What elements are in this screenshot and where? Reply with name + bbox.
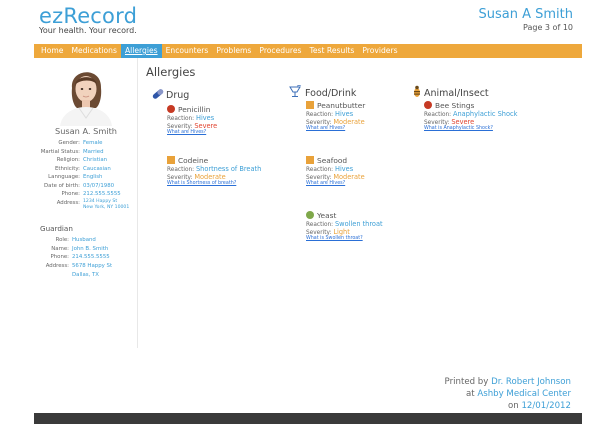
tab-problems[interactable]: Problems bbox=[212, 44, 255, 58]
drink-icon bbox=[289, 85, 302, 97]
footer-bar bbox=[34, 413, 582, 424]
app-logo: ezRecord bbox=[39, 4, 138, 28]
detail-gender: Gender: Female bbox=[58, 140, 103, 146]
allergy-item: Penicillin Reaction: Hives Severity: Sev… bbox=[167, 105, 218, 135]
category-food-drink: Food/Drink bbox=[289, 85, 356, 99]
printed-by-line: Printed by Dr. Robert Johnson bbox=[444, 377, 571, 387]
patient-photo bbox=[52, 58, 120, 126]
printed-on-line: on 12/01/2012 bbox=[508, 401, 571, 411]
severity-marker-orange bbox=[167, 156, 175, 164]
tab-allergies[interactable]: Allergies bbox=[120, 44, 162, 58]
detail-ethnicity: Ethnicity: Caucasian bbox=[54, 165, 111, 172]
guardian-title: Guardian bbox=[40, 224, 73, 233]
severity-marker-green bbox=[306, 211, 314, 219]
allergy-item: Peanutbutter Reaction: Hives Severity: M… bbox=[306, 101, 366, 131]
severity-marker-orange bbox=[306, 156, 314, 164]
allergy-item: Yeast Reaction: Swollen throat Severity:… bbox=[306, 211, 383, 241]
detail-phone: Phone: 212.555.5555 bbox=[61, 191, 121, 197]
detail-address: Address: 1234 Happy St New York, NY 10001 bbox=[56, 198, 130, 210]
detail-language: Lannguage: English bbox=[48, 174, 103, 180]
tab-test-results[interactable]: Test Results bbox=[306, 44, 359, 58]
tab-procedures[interactable]: Procedures bbox=[255, 44, 305, 58]
detail-dob: Date of birth: 03/07/1980 bbox=[44, 182, 115, 189]
severity-marker-orange bbox=[306, 101, 314, 109]
main-nav: Home Medications Allergies Encounters Pr… bbox=[34, 44, 582, 58]
allergy-item: Codeine Reaction: Shortness of Breath Se… bbox=[167, 156, 262, 186]
tab-home[interactable]: Home bbox=[37, 44, 67, 58]
guardian-details: Role: Husband Name: John B. Smith Phone: 21… bbox=[23, 236, 112, 279]
info-link[interactable]: What is Swollen throat? bbox=[306, 236, 383, 241]
allergy-item: Seafood Reaction: Hives Severity: Modera… bbox=[306, 156, 365, 186]
patient-name-header: Susan A Smith bbox=[478, 7, 574, 22]
printed-at-line: at Ashby Medical Center bbox=[465, 389, 571, 399]
info-link[interactable]: What are Hives? bbox=[306, 126, 365, 131]
guardian-address: Address: 5678 Happy St Dallas, TX bbox=[45, 262, 113, 278]
info-link[interactable]: What are Hives? bbox=[306, 181, 365, 186]
info-link[interactable]: What is Anaphylactic Shock? bbox=[424, 126, 517, 131]
page-indicator: Page 3 of 10 bbox=[523, 23, 573, 32]
category-heading-drug: Drug bbox=[152, 88, 189, 101]
detail-religion: Religion: Christian bbox=[56, 157, 108, 163]
allergy-item: Bee Stings Reaction: Anaphylactic Shock … bbox=[424, 101, 518, 131]
severity-marker-red bbox=[424, 101, 432, 109]
app-tagline: Your health. Your record. bbox=[39, 26, 137, 35]
tab-providers[interactable]: Providers bbox=[358, 44, 401, 58]
category-drug: Drug bbox=[152, 88, 189, 101]
patient-name: Susan A. Smith bbox=[55, 126, 117, 136]
insect-icon bbox=[414, 85, 420, 97]
guardian-phone: Phone: 214.555.5555 bbox=[50, 254, 110, 260]
category-heading-animal-insect: Animal/Insect bbox=[412, 85, 489, 99]
info-link[interactable]: What are Hives? bbox=[167, 130, 217, 135]
page-title: Allergies bbox=[146, 65, 196, 79]
detail-marital-status: Martial Status: Married bbox=[40, 148, 104, 155]
tab-medications[interactable]: Medications bbox=[67, 44, 121, 58]
info-link[interactable]: What is Shortness of breath? bbox=[167, 181, 261, 186]
patient-details: Gender: Female Martial Status: Married Rel… bbox=[34, 139, 130, 211]
tab-encounters[interactable]: Encounters bbox=[162, 44, 213, 58]
category-heading-food-drink: Food/Drink bbox=[289, 85, 356, 99]
severity-marker-red bbox=[167, 105, 175, 113]
guardian-role: Role: Husband bbox=[55, 237, 96, 243]
category-animal-insect: Animal/Insect bbox=[412, 85, 489, 99]
guardian-name: Name: John B. Smith bbox=[51, 245, 109, 252]
pill-icon bbox=[152, 89, 164, 99]
